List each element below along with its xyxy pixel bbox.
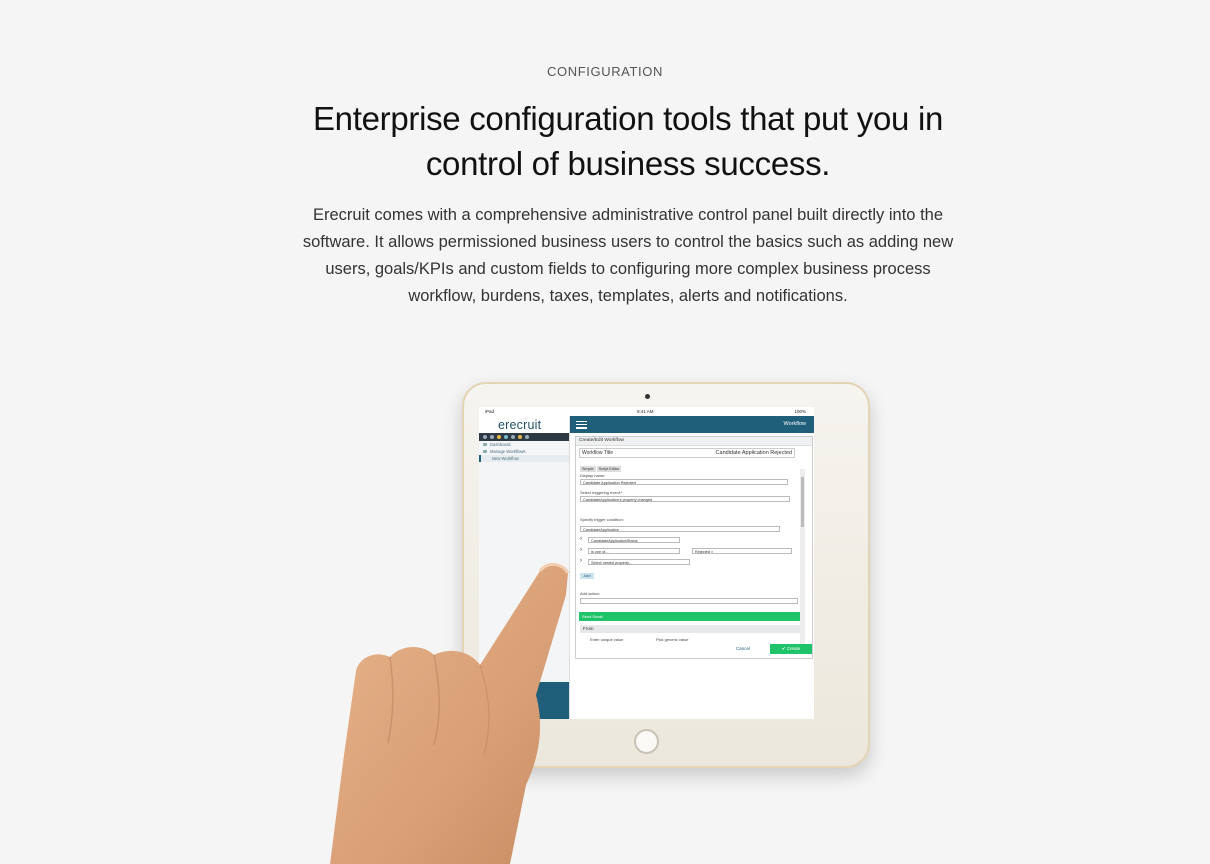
- intro-line-3: users, goals/KPIs and custom fields to c…: [325, 260, 931, 278]
- sidebar-item-label: Dashboard: [490, 442, 511, 447]
- condition-operator-select[interactable]: is one of...: [588, 548, 680, 554]
- workflow-title-row: Workflow Title Candidate Application Rej…: [579, 448, 795, 458]
- sidebar-item-dashboard[interactable]: Dashboard: [479, 441, 569, 448]
- condition-property-select[interactable]: CandidateApplicationStatus: [588, 537, 680, 543]
- chevron-right-icon: ›: [580, 547, 582, 553]
- pointing-hand: [330, 563, 570, 864]
- create-button-label: Create: [786, 646, 801, 651]
- alert-icon[interactable]: [518, 435, 522, 439]
- sidebar-icon-strip: [479, 433, 569, 441]
- intro-paragraph: Erecruit comes with a comprehensive admi…: [262, 202, 994, 310]
- intro-line-2: software. It allows permissioned busines…: [302, 233, 954, 251]
- status-battery: 100%: [794, 409, 806, 414]
- intro-line-1: Erecruit comes with a comprehensive admi…: [312, 206, 944, 224]
- status-carrier: iPad: [485, 409, 495, 414]
- app-topbar: Workflow: [570, 416, 814, 433]
- cancel-button[interactable]: Cancel: [736, 646, 750, 651]
- headline-line-1: Enterprise configuration tools that put …: [312, 100, 944, 137]
- form-scrollbar[interactable]: [800, 469, 805, 652]
- intro-line-4: workflow, burdens, taxes, templates, ale…: [408, 287, 848, 305]
- home-icon[interactable]: [483, 435, 487, 439]
- trigger-label: Select triggering event:*: [580, 490, 623, 495]
- grid-icon[interactable]: [511, 435, 515, 439]
- tab-script-editor[interactable]: Script Editor: [596, 466, 622, 472]
- action-label: Add action:: [580, 591, 601, 596]
- status-time: 9:41 AM: [637, 409, 654, 414]
- from-section: From: [580, 625, 800, 633]
- create-button[interactable]: ✔ Create: [770, 644, 812, 654]
- headline-line-2: control of business success.: [425, 145, 831, 182]
- tab-simple[interactable]: Simple: [580, 466, 596, 472]
- star-icon[interactable]: [497, 435, 501, 439]
- eyebrow-label: CONFIGURATION: [547, 64, 663, 79]
- add-condition-button[interactable]: Add: [580, 573, 594, 579]
- action-bar-send-email[interactable]: Send Email: [579, 612, 803, 621]
- workflow-title-label: Workflow Title: [582, 450, 614, 456]
- workflow-title-value: Candidate Application Rejected: [715, 450, 792, 456]
- enter-unique-checkbox[interactable]: Enter unique value: [590, 637, 623, 642]
- workflows-icon: [483, 450, 487, 453]
- brand-bar: erecruit: [479, 416, 569, 433]
- condition-select[interactable]: CandidateApplication: [580, 526, 780, 532]
- settings-icon[interactable]: [525, 435, 529, 439]
- sidebar-item-label: New Workflow: [492, 456, 519, 461]
- editor-tabs: Simple Script Editor: [580, 466, 622, 472]
- page-title: Workflow: [783, 421, 806, 427]
- sidebar-item-new-workflow[interactable]: New Workflow: [479, 455, 569, 462]
- condition-value-tag-field[interactable]: Rejected ×: [692, 548, 792, 554]
- workflow-form-panel: Create/Edit Workflow Workflow Title Cand…: [575, 436, 813, 659]
- people-icon[interactable]: [504, 435, 508, 439]
- display-name-input[interactable]: Candidate Application Rejected: [580, 479, 788, 485]
- nested-property-select[interactable]: Select nested property...: [588, 559, 690, 565]
- sidebar-item-manage-workflows[interactable]: Manage Workflows: [479, 448, 569, 455]
- form-header: Create/Edit Workflow: [576, 437, 812, 446]
- chevron-right-icon: ›: [580, 536, 582, 542]
- tablet-camera: [645, 394, 650, 399]
- condition-label: Specify trigger condition:: [580, 517, 624, 522]
- sidebar-item-label: Manage Workflows: [490, 449, 526, 454]
- trigger-select[interactable]: CandidateApplication's property changed: [580, 496, 790, 502]
- status-bar: iPad 9:41 AM 100%: [479, 407, 814, 416]
- headline: Enterprise configuration tools that put …: [255, 96, 1001, 186]
- dashboard-icon: [483, 443, 487, 446]
- tablet-home-button: [634, 729, 659, 754]
- pick-generic-checkbox[interactable]: Pick generic value: [656, 637, 688, 642]
- hamburger-menu-icon[interactable]: [576, 421, 587, 431]
- brand-logo: erecruit: [498, 418, 542, 432]
- chevron-right-icon: ›: [580, 558, 582, 564]
- refresh-icon[interactable]: [490, 435, 494, 439]
- action-select[interactable]: [580, 598, 798, 604]
- display-name-label: Display name:: [580, 473, 606, 478]
